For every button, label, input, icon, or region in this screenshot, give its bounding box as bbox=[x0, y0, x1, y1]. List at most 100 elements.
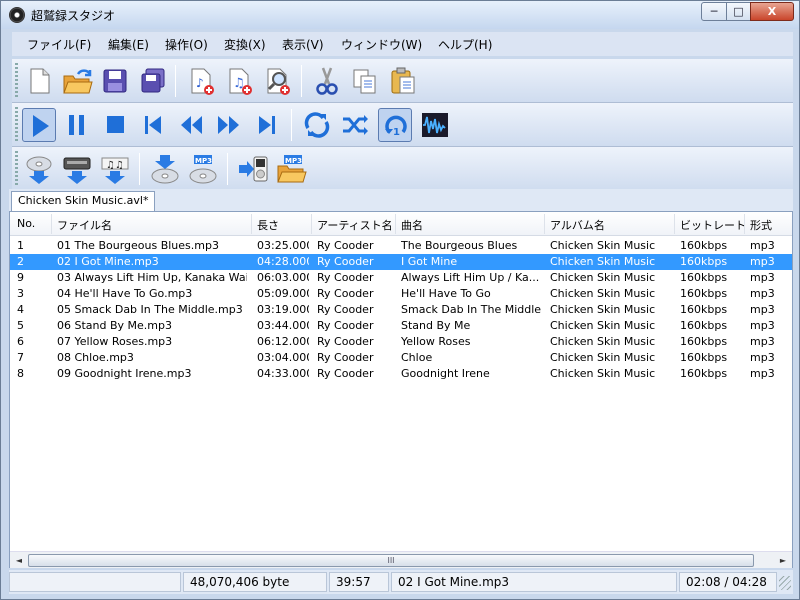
table-row[interactable]: 3 04 He'll Have To Go.mp3 05:09.000 Ry Cood… bbox=[10, 286, 792, 302]
cell-length: 03:25.000 bbox=[257, 239, 309, 252]
menu-convert[interactable]: 変換(X) bbox=[224, 36, 266, 53]
disc-download-icon[interactable] bbox=[148, 152, 182, 186]
rewind-icon[interactable] bbox=[174, 108, 208, 142]
mp3-cd-icon[interactable]: MP3 bbox=[186, 152, 220, 186]
menu-help[interactable]: ヘルプ(H) bbox=[438, 36, 492, 53]
tab-chicken-skin-music[interactable]: Chicken Skin Music.avl* bbox=[11, 191, 156, 211]
cell-album: Chicken Skin Music bbox=[550, 303, 656, 316]
search-add-icon[interactable] bbox=[260, 64, 294, 98]
cut-icon[interactable] bbox=[310, 64, 344, 98]
table-row[interactable]: 2 02 I Got Mine.mp3 04:28.000 Ry Cooder I Go… bbox=[10, 254, 792, 270]
export-player-icon[interactable] bbox=[236, 152, 270, 186]
waveform-icon[interactable] bbox=[418, 108, 452, 142]
cell-artist: Ry Cooder bbox=[317, 239, 374, 252]
cell-title: Always Lift Him Up / Ka... bbox=[401, 271, 540, 284]
save-all-icon[interactable] bbox=[136, 64, 170, 98]
pause-icon[interactable] bbox=[60, 108, 94, 142]
resize-grip[interactable] bbox=[779, 576, 791, 590]
horizontal-scrollbar[interactable]: ◄ III ► bbox=[10, 551, 792, 568]
stop-icon[interactable] bbox=[98, 108, 132, 142]
maximize-button[interactable]: □ bbox=[726, 2, 751, 21]
column-divider[interactable] bbox=[51, 214, 52, 234]
cell-title: He'll Have To Go bbox=[401, 287, 491, 300]
cd-drive-icon[interactable] bbox=[60, 152, 94, 186]
table-row[interactable]: 9 03 Always Lift Him Up, Kanaka Wai... 06:… bbox=[10, 270, 792, 286]
new-file-icon[interactable] bbox=[22, 64, 56, 98]
scroll-left-icon[interactable]: ◄ bbox=[11, 553, 27, 568]
skip-prev-icon[interactable] bbox=[136, 108, 170, 142]
scroll-right-icon[interactable]: ► bbox=[775, 553, 791, 568]
add-disc-track-icon[interactable]: ♫ bbox=[222, 64, 256, 98]
mp3-folder-icon[interactable]: MP3 bbox=[274, 152, 308, 186]
skip-next-icon[interactable] bbox=[250, 108, 284, 142]
cell-bitrate: 160kbps bbox=[680, 335, 728, 348]
repeat-icon[interactable] bbox=[300, 108, 334, 142]
toolbar-separator bbox=[139, 153, 140, 185]
cell-bitrate: 160kbps bbox=[680, 351, 728, 364]
file-toolbar: ♪ ♫ bbox=[12, 59, 793, 103]
toolbar-grip[interactable] bbox=[15, 151, 18, 187]
cell-no: 3 bbox=[17, 287, 24, 300]
cell-length: 06:12.000 bbox=[257, 335, 309, 348]
table-row[interactable]: 8 09 Goodnight Irene.mp3 04:33.000 Ry Coode… bbox=[10, 366, 792, 382]
play-icon[interactable] bbox=[22, 108, 56, 142]
open-folder-icon[interactable] bbox=[60, 64, 94, 98]
toolbar-grip[interactable] bbox=[15, 107, 18, 143]
copy-icon[interactable] bbox=[348, 64, 382, 98]
column-divider[interactable] bbox=[674, 214, 675, 234]
column-header-artist[interactable]: アーティスト名 bbox=[317, 217, 393, 233]
cell-filename: 06 Stand By Me.mp3 bbox=[57, 319, 172, 332]
minimize-button[interactable]: ─ bbox=[701, 2, 727, 21]
table-row[interactable]: 1 01 The Bourgeous Blues.mp3 03:25.000 Ry C… bbox=[10, 238, 792, 254]
column-divider[interactable] bbox=[544, 214, 545, 234]
table-row[interactable]: 4 05 Smack Dab In The Middle.mp3 03:19.000… bbox=[10, 302, 792, 318]
cell-filename: 07 Yellow Roses.mp3 bbox=[57, 335, 173, 348]
track-list[interactable]: No. ファイル名 長さ アーティスト名 曲名 アルバム名 ビットレート 形式 … bbox=[9, 211, 793, 568]
repeat-one-icon[interactable]: 1 bbox=[378, 108, 412, 142]
column-divider[interactable] bbox=[251, 214, 252, 234]
cell-bitrate: 160kbps bbox=[680, 271, 728, 284]
playback-toolbar: 1 bbox=[12, 103, 793, 147]
cell-album: Chicken Skin Music bbox=[550, 351, 656, 364]
column-header-format[interactable]: 形式 bbox=[750, 217, 772, 233]
fast-forward-icon[interactable] bbox=[212, 108, 246, 142]
table-row[interactable]: 6 07 Yellow Roses.mp3 06:12.000 Ry Cooder Ye… bbox=[10, 334, 792, 350]
list-header: No. ファイル名 長さ アーティスト名 曲名 アルバム名 ビットレート 形式 bbox=[10, 212, 792, 236]
column-header-title[interactable]: 曲名 bbox=[401, 217, 423, 233]
menu-view[interactable]: 表示(V) bbox=[282, 36, 324, 53]
cell-artist: Ry Cooder bbox=[317, 287, 374, 300]
close-button[interactable]: X bbox=[750, 2, 794, 21]
column-header-album[interactable]: アルバム名 bbox=[550, 217, 605, 233]
menu-operation[interactable]: 操作(O) bbox=[165, 36, 208, 53]
column-header-bitrate[interactable]: ビットレート bbox=[680, 217, 746, 233]
window-title: 超鷲録スタジオ bbox=[31, 9, 116, 23]
music-import-icon[interactable]: ♫♫ bbox=[98, 152, 132, 186]
cell-bitrate: 160kbps bbox=[680, 303, 728, 316]
save-icon[interactable] bbox=[98, 64, 132, 98]
app-icon[interactable] bbox=[9, 7, 25, 23]
column-header-no[interactable]: No. bbox=[17, 217, 35, 230]
import-export-toolbar: ♫♫ MP3 MP3 bbox=[12, 147, 793, 191]
toolbar-separator bbox=[175, 65, 176, 97]
cell-album: Chicken Skin Music bbox=[550, 239, 656, 252]
cell-format: mp3 bbox=[750, 287, 775, 300]
menu-edit[interactable]: 編集(E) bbox=[108, 36, 149, 53]
cell-no: 8 bbox=[17, 367, 24, 380]
cd-import-icon[interactable] bbox=[22, 152, 56, 186]
scrollbar-thumb[interactable]: III bbox=[28, 554, 754, 567]
add-track-icon[interactable]: ♪ bbox=[184, 64, 218, 98]
menu-file[interactable]: ファイル(F) bbox=[27, 36, 91, 53]
column-divider[interactable] bbox=[744, 214, 745, 234]
column-header-filename[interactable]: ファイル名 bbox=[57, 217, 112, 233]
table-row[interactable]: 7 08 Chloe.mp3 03:04.000 Ry Cooder Chloe Chic… bbox=[10, 350, 792, 366]
shuffle-icon[interactable] bbox=[338, 108, 372, 142]
column-divider[interactable] bbox=[395, 214, 396, 234]
column-header-length[interactable]: 長さ bbox=[257, 217, 279, 233]
table-row[interactable]: 5 06 Stand By Me.mp3 03:44.000 Ry Cooder Sta… bbox=[10, 318, 792, 334]
toolbar-grip[interactable] bbox=[15, 63, 18, 99]
title-bar[interactable]: 超鷲録スタジオ ─ □ X bbox=[1, 1, 799, 29]
cell-title: Smack Dab In The Middle bbox=[401, 303, 541, 316]
column-divider[interactable] bbox=[311, 214, 312, 234]
menu-window[interactable]: ウィンドウ(W) bbox=[341, 36, 422, 53]
paste-icon[interactable] bbox=[386, 64, 420, 98]
